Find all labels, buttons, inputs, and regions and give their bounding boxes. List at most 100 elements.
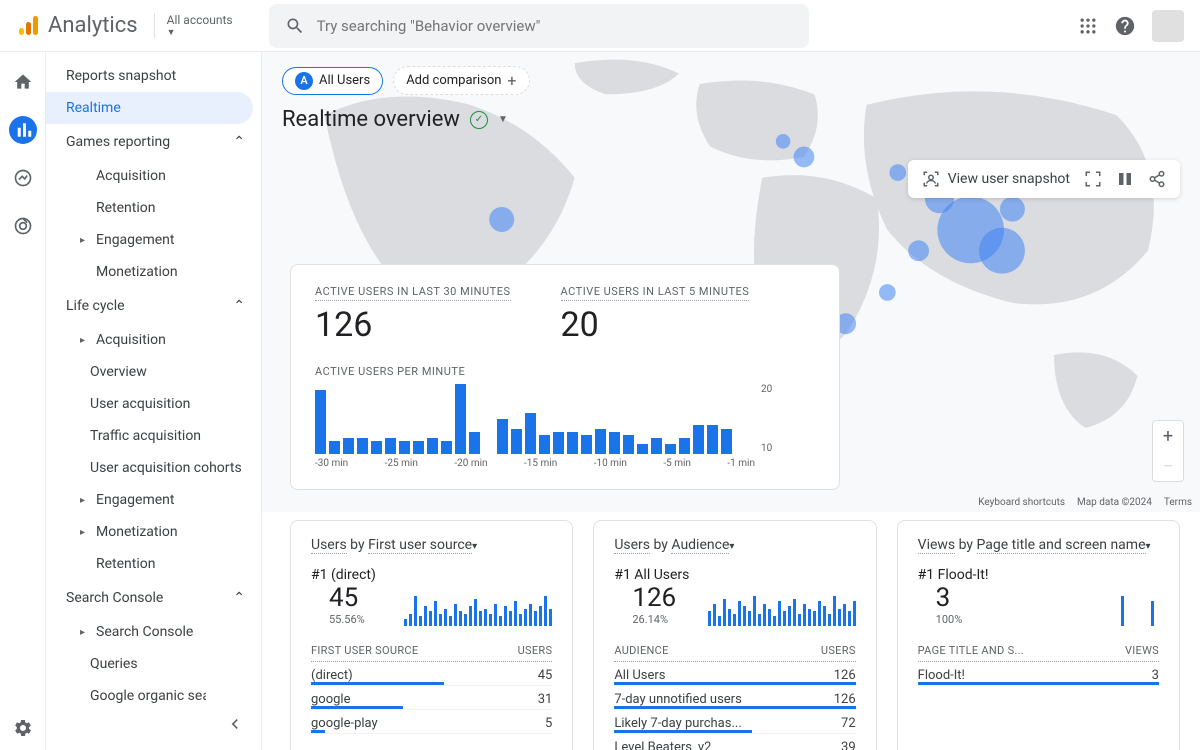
table-row[interactable]: google31 xyxy=(311,686,552,710)
comparison-chips: A All Users Add comparison + xyxy=(262,52,1200,103)
search-input[interactable] xyxy=(317,17,793,35)
sidebar-item-overview[interactable]: Overview xyxy=(46,356,261,388)
home-icon xyxy=(13,72,33,92)
snapshot-icon xyxy=(922,170,940,188)
sidebar-item-acquisition[interactable]: ▸Acquisition xyxy=(46,324,261,356)
account-selector[interactable]: All accounts ▼ xyxy=(154,13,233,38)
view-user-snapshot-button[interactable]: View user snapshot xyxy=(922,170,1070,188)
sidebar-item-engagement[interactable]: ▸Engagement xyxy=(46,484,261,516)
sidebar-group-games[interactable]: Games reporting ⌃ xyxy=(46,124,261,160)
chart-bar xyxy=(679,438,690,454)
zoom-out-button[interactable]: − xyxy=(1153,451,1183,481)
logo[interactable]: Analytics xyxy=(16,13,138,38)
collapse-sidebar-button[interactable] xyxy=(225,714,245,738)
share-icon[interactable] xyxy=(1148,170,1166,188)
chip-all-users[interactable]: A All Users xyxy=(282,67,383,95)
table-row[interactable]: Likely 7-day purchas...72 xyxy=(614,710,855,734)
col-label: First User Source xyxy=(311,644,418,657)
fullscreen-icon[interactable] xyxy=(1084,170,1102,188)
sidebar-item-traffic-acquisition[interactable]: Traffic acquisition xyxy=(46,420,261,452)
sidebar-item-user-acquisition-cohorts[interactable]: User acquisition cohorts xyxy=(46,452,261,484)
table-row[interactable]: 7-day unnotified users126 xyxy=(614,686,855,710)
plus-icon: + xyxy=(507,71,516,90)
compare-icon[interactable] xyxy=(1116,170,1134,188)
table-row[interactable]: Level Beaters_v239 xyxy=(614,734,855,750)
breakdown-cards-row: Users by First user source▾#1 (direct)45… xyxy=(262,510,1200,750)
rail-home[interactable] xyxy=(9,68,37,96)
gear-icon xyxy=(13,718,33,738)
chevron-down-icon[interactable]: ▼ xyxy=(498,114,508,125)
sidebar-item-monetization[interactable]: ▸Monetization xyxy=(46,516,261,548)
chart-bar xyxy=(553,432,564,454)
rail-reports[interactable] xyxy=(9,116,37,144)
sidebar-item-engagement[interactable]: ▸Engagement xyxy=(46,224,261,256)
chevron-up-icon: ⌃ xyxy=(233,590,245,606)
target-icon xyxy=(13,216,33,236)
chart-bar xyxy=(609,432,620,454)
table-row[interactable]: All Users126 xyxy=(614,662,855,686)
sidebar-item-queries[interactable]: Queries xyxy=(46,648,206,680)
chevron-right-icon: ▸ xyxy=(80,235,90,246)
table-row[interactable]: (direct)45 xyxy=(311,662,552,686)
active-users-30-label: Active Users in Last 30 Minutes xyxy=(315,285,511,301)
sidebar-group-lifecycle[interactable]: Life cycle ⌃ xyxy=(46,288,261,324)
chart-bar xyxy=(427,438,438,454)
rail-ads[interactable] xyxy=(9,212,37,240)
chart-bar xyxy=(357,438,368,454)
chart-bar xyxy=(441,441,452,454)
chart-bar xyxy=(511,429,522,454)
chevron-left-icon xyxy=(225,714,245,734)
keyboard-shortcuts-link[interactable]: Keyboard shortcuts xyxy=(978,497,1065,508)
chip-label: All Users xyxy=(319,73,370,88)
chart-bar xyxy=(623,435,634,454)
chip-add-comparison[interactable]: Add comparison + xyxy=(393,66,529,95)
sidebar-group-search-console[interactable]: Search Console ⌃ xyxy=(46,580,261,616)
map-zoom-controls: + − xyxy=(1152,420,1184,482)
sidebar-item-retention[interactable]: Retention xyxy=(46,548,261,580)
col-value: Users xyxy=(518,644,553,657)
sidebar-item-retention[interactable]: Retention xyxy=(46,192,261,224)
chart-bar xyxy=(707,425,718,454)
realtime-overview-card: Active Users in Last 30 Minutes 126 Acti… xyxy=(290,264,840,490)
avatar[interactable] xyxy=(1152,10,1184,42)
chevron-down-icon: ▼ xyxy=(167,27,233,38)
apps-icon[interactable] xyxy=(1078,16,1098,36)
top-rank: #1 All Users xyxy=(614,567,689,583)
card-title[interactable]: Views by Page title and screen name▾ xyxy=(918,537,1159,559)
chart-bar xyxy=(539,435,550,454)
page-title-row: Realtime overview ✓ ▼ xyxy=(262,103,1200,144)
search-bar[interactable] xyxy=(269,4,809,48)
top-pct: 26.14% xyxy=(632,613,689,626)
help-icon[interactable] xyxy=(1114,15,1136,37)
sidebar-item-user-acquisition[interactable]: User acquisition xyxy=(46,388,261,420)
sidebar-item-monetization[interactable]: Monetization xyxy=(46,256,261,288)
chart-bar xyxy=(497,419,508,454)
top-rank: #1 (direct) xyxy=(311,567,376,583)
zoom-in-button[interactable]: + xyxy=(1153,421,1183,451)
chart-bar xyxy=(399,441,410,454)
terms-link[interactable]: Terms xyxy=(1164,497,1192,508)
table-row[interactable]: google-play5 xyxy=(311,710,552,734)
sidebar-item-reports-snapshot[interactable]: Reports snapshot xyxy=(46,60,261,92)
chart-bar xyxy=(525,413,536,454)
chart-bar xyxy=(315,390,326,454)
chart-bar xyxy=(581,435,592,454)
sparkline xyxy=(404,596,552,626)
active-users-5-label: Active Users in Last 5 Minutes xyxy=(561,285,750,301)
rail-explore[interactable] xyxy=(9,164,37,192)
sidebar-item-acquisition[interactable]: Acquisition xyxy=(46,160,261,192)
chart-bar xyxy=(413,441,424,454)
verified-badge-icon[interactable]: ✓ xyxy=(470,111,488,129)
map-data-label: Map data ©2024 xyxy=(1077,497,1152,508)
sparkline xyxy=(708,596,856,626)
card-title[interactable]: Users by Audience▾ xyxy=(614,537,855,559)
sidebar-item-google-organic-search-traf[interactable]: Google organic search traf... xyxy=(46,680,206,712)
sidebar-item-realtime[interactable]: Realtime xyxy=(46,92,253,124)
table-row[interactable]: Flood-It!3 xyxy=(918,662,1159,686)
top-value: 3 xyxy=(936,583,989,613)
sidebar-item-search-console[interactable]: ▸Search Console xyxy=(46,616,261,648)
topbar: Analytics All accounts ▼ xyxy=(0,0,1200,52)
card-title[interactable]: Users by First user source▾ xyxy=(311,537,552,559)
chevron-right-icon: ▸ xyxy=(80,335,90,346)
rail-settings[interactable] xyxy=(9,722,37,750)
